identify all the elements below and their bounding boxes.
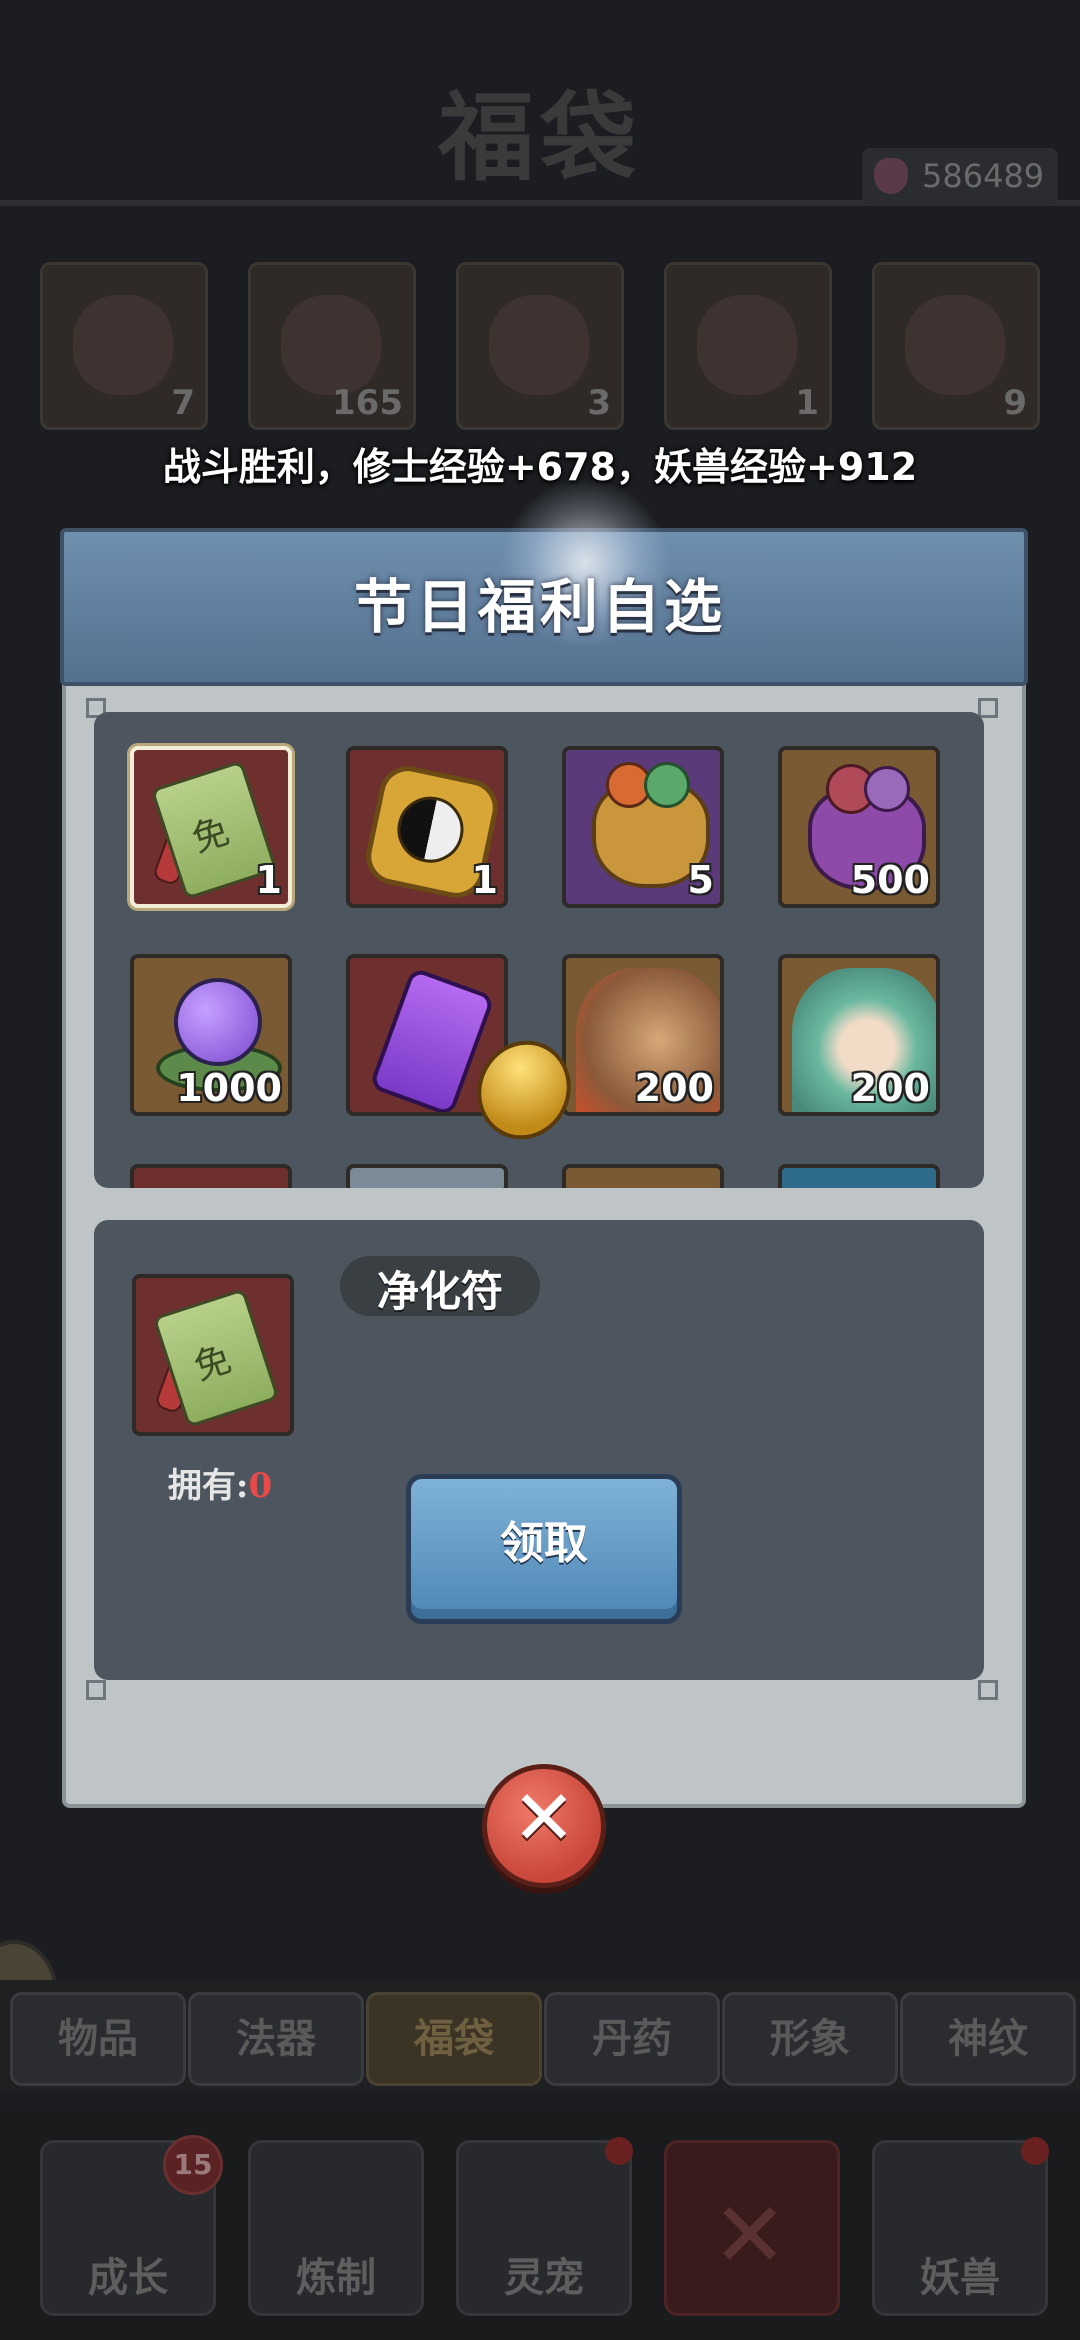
reward-slot-partial[interactable] — [562, 1164, 724, 1188]
dialog-title: 节日福利自选 — [353, 573, 726, 641]
bg-tab-items: 物品 — [10, 1992, 186, 2086]
gem-icon — [874, 158, 908, 194]
reward-slot-purple-bag[interactable]: 500 — [778, 746, 940, 908]
currency-amount: 586489 — [922, 157, 1045, 195]
reward-slot-maiden-portrait[interactable]: 200 — [778, 954, 940, 1116]
pet-notify-dot — [605, 2137, 633, 2165]
bg-bag-slot: 165 — [248, 262, 416, 430]
reward-slot-taiji-token[interactable]: 1 — [346, 746, 508, 908]
bg-bag-slot: 1 — [664, 262, 832, 430]
reward-slot-partial[interactable] — [778, 1164, 940, 1188]
close-icon: ✕ — [712, 2183, 788, 2288]
selected-item-preview — [132, 1274, 294, 1436]
claim-button[interactable]: 领取 — [406, 1474, 682, 1624]
close-dialog-button[interactable]: ✕ — [482, 1764, 606, 1888]
bg-tab-lucky-bags: 福袋 — [366, 1992, 542, 2086]
bg-bag-slot: 3 — [456, 262, 624, 430]
spirit-orb-icon — [174, 978, 262, 1066]
bg-tab-appearance: 形象 — [722, 1992, 898, 2086]
item-name: 净化符 — [376, 1267, 503, 1316]
bg-tab-pills: 丹药 — [544, 1992, 720, 2086]
reward-slot-purify-talisman[interactable]: 1 — [130, 746, 292, 908]
bg-nav-pet: 灵宠 — [456, 2137, 633, 2316]
reward-slot-spirit-orb[interactable]: 1000 — [130, 954, 292, 1116]
bg-tab-artifacts: 法器 — [188, 1992, 364, 2086]
reward-slot-partial[interactable] — [130, 1164, 292, 1188]
bg-nav-close: ✕ — [664, 2140, 840, 2316]
reward-slot-lucky-bag[interactable]: 5 — [562, 746, 724, 908]
owned-count: 拥有:0 — [167, 1466, 273, 1506]
corner-ornament — [86, 1680, 106, 1700]
bg-tab-runes: 神纹 — [900, 1992, 1076, 2086]
bg-nav-beast: 妖兽 — [872, 2137, 1049, 2316]
corner-ornament — [978, 1680, 998, 1700]
bg-nav-refine: 炼制 — [248, 2140, 424, 2316]
currency-display: 586489 — [862, 148, 1059, 204]
bg-bag-slot: 7 — [40, 262, 208, 430]
reward-slot-dragon-portrait[interactable]: 200 — [562, 954, 724, 1116]
bg-nav-growth: 15 成长 — [40, 2135, 223, 2316]
corner-ornament — [978, 698, 998, 718]
bg-bag-slot: 9 — [872, 262, 1040, 430]
beast-notify-dot — [1021, 2137, 1049, 2165]
reward-slot-partial[interactable] — [346, 1164, 508, 1188]
close-icon: ✕ — [512, 1773, 576, 1862]
battle-result-toast: 战斗胜利，修士经验+678，妖兽经验+912 — [162, 445, 918, 489]
owned-count-value: 0 — [248, 1466, 273, 1506]
growth-badge: 15 — [163, 2135, 223, 2195]
